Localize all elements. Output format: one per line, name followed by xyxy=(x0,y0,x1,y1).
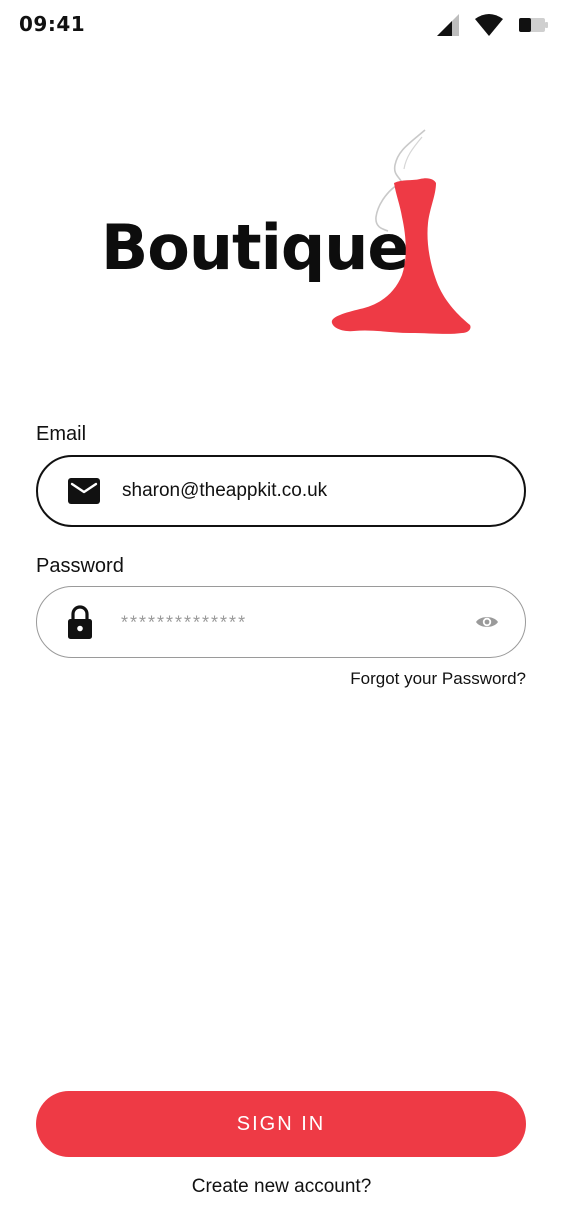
sign-in-button[interactable]: SIGN IN xyxy=(36,1091,526,1157)
password-placeholder[interactable]: ************** xyxy=(121,613,247,634)
mail-icon xyxy=(68,478,100,504)
red-dress-icon xyxy=(331,129,471,334)
status-time: 09:41 xyxy=(19,12,86,36)
email-value[interactable]: sharon@theappkit.co.uk xyxy=(122,480,327,502)
email-field[interactable]: sharon@theappkit.co.uk xyxy=(36,455,526,527)
status-icons xyxy=(437,14,549,36)
email-label: Email xyxy=(36,423,87,445)
battery-icon xyxy=(519,18,548,32)
password-field[interactable]: ************** xyxy=(36,586,526,658)
wifi-icon xyxy=(475,14,503,36)
password-label: Password xyxy=(36,555,124,577)
lock-icon xyxy=(68,605,92,639)
status-bar: 09:41 xyxy=(0,0,563,52)
cellular-signal-icon xyxy=(437,14,459,36)
create-account-link[interactable]: Create new account? xyxy=(0,1176,563,1198)
boutique-logo: Boutique xyxy=(95,125,475,340)
eye-icon[interactable] xyxy=(475,614,499,630)
forgot-password-link[interactable]: Forgot your Password? xyxy=(350,669,526,689)
